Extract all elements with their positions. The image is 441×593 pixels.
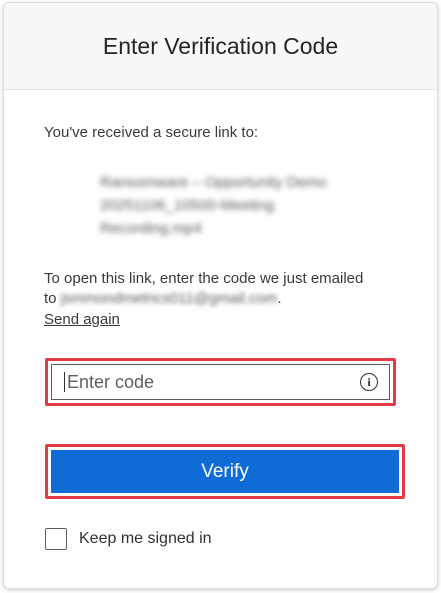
info-icon[interactable]: i	[360, 373, 378, 391]
code-input[interactable]	[65, 364, 360, 400]
dialog-title: Enter Verification Code	[102, 32, 339, 59]
instruction-suffix: .	[277, 290, 282, 307]
verify-button-highlight: Verify	[45, 444, 405, 499]
verify-button[interactable]: Verify	[51, 450, 399, 493]
dialog-header: Enter Verification Code	[4, 3, 437, 90]
keep-signed-in-checkbox[interactable]	[45, 528, 67, 550]
received-link-text: You've received a secure link to:	[44, 124, 259, 141]
instruction-text: To open this link, enter the code we jus…	[44, 269, 374, 330]
blurred-email: jsmmondmetrics011@gmail.com	[60, 290, 278, 307]
keep-signed-in-label[interactable]: Keep me signed in	[79, 530, 212, 548]
keep-signed-in-row: Keep me signed in	[45, 528, 212, 550]
blurred-file-name: Ransomware – Opportunity Demo 20251106_1…	[100, 174, 327, 237]
code-input-highlight: i	[45, 358, 396, 406]
code-field: i	[51, 364, 390, 400]
send-again-link[interactable]: Send again	[44, 310, 120, 330]
verification-dialog: Enter Verification Code You've received …	[3, 2, 438, 589]
